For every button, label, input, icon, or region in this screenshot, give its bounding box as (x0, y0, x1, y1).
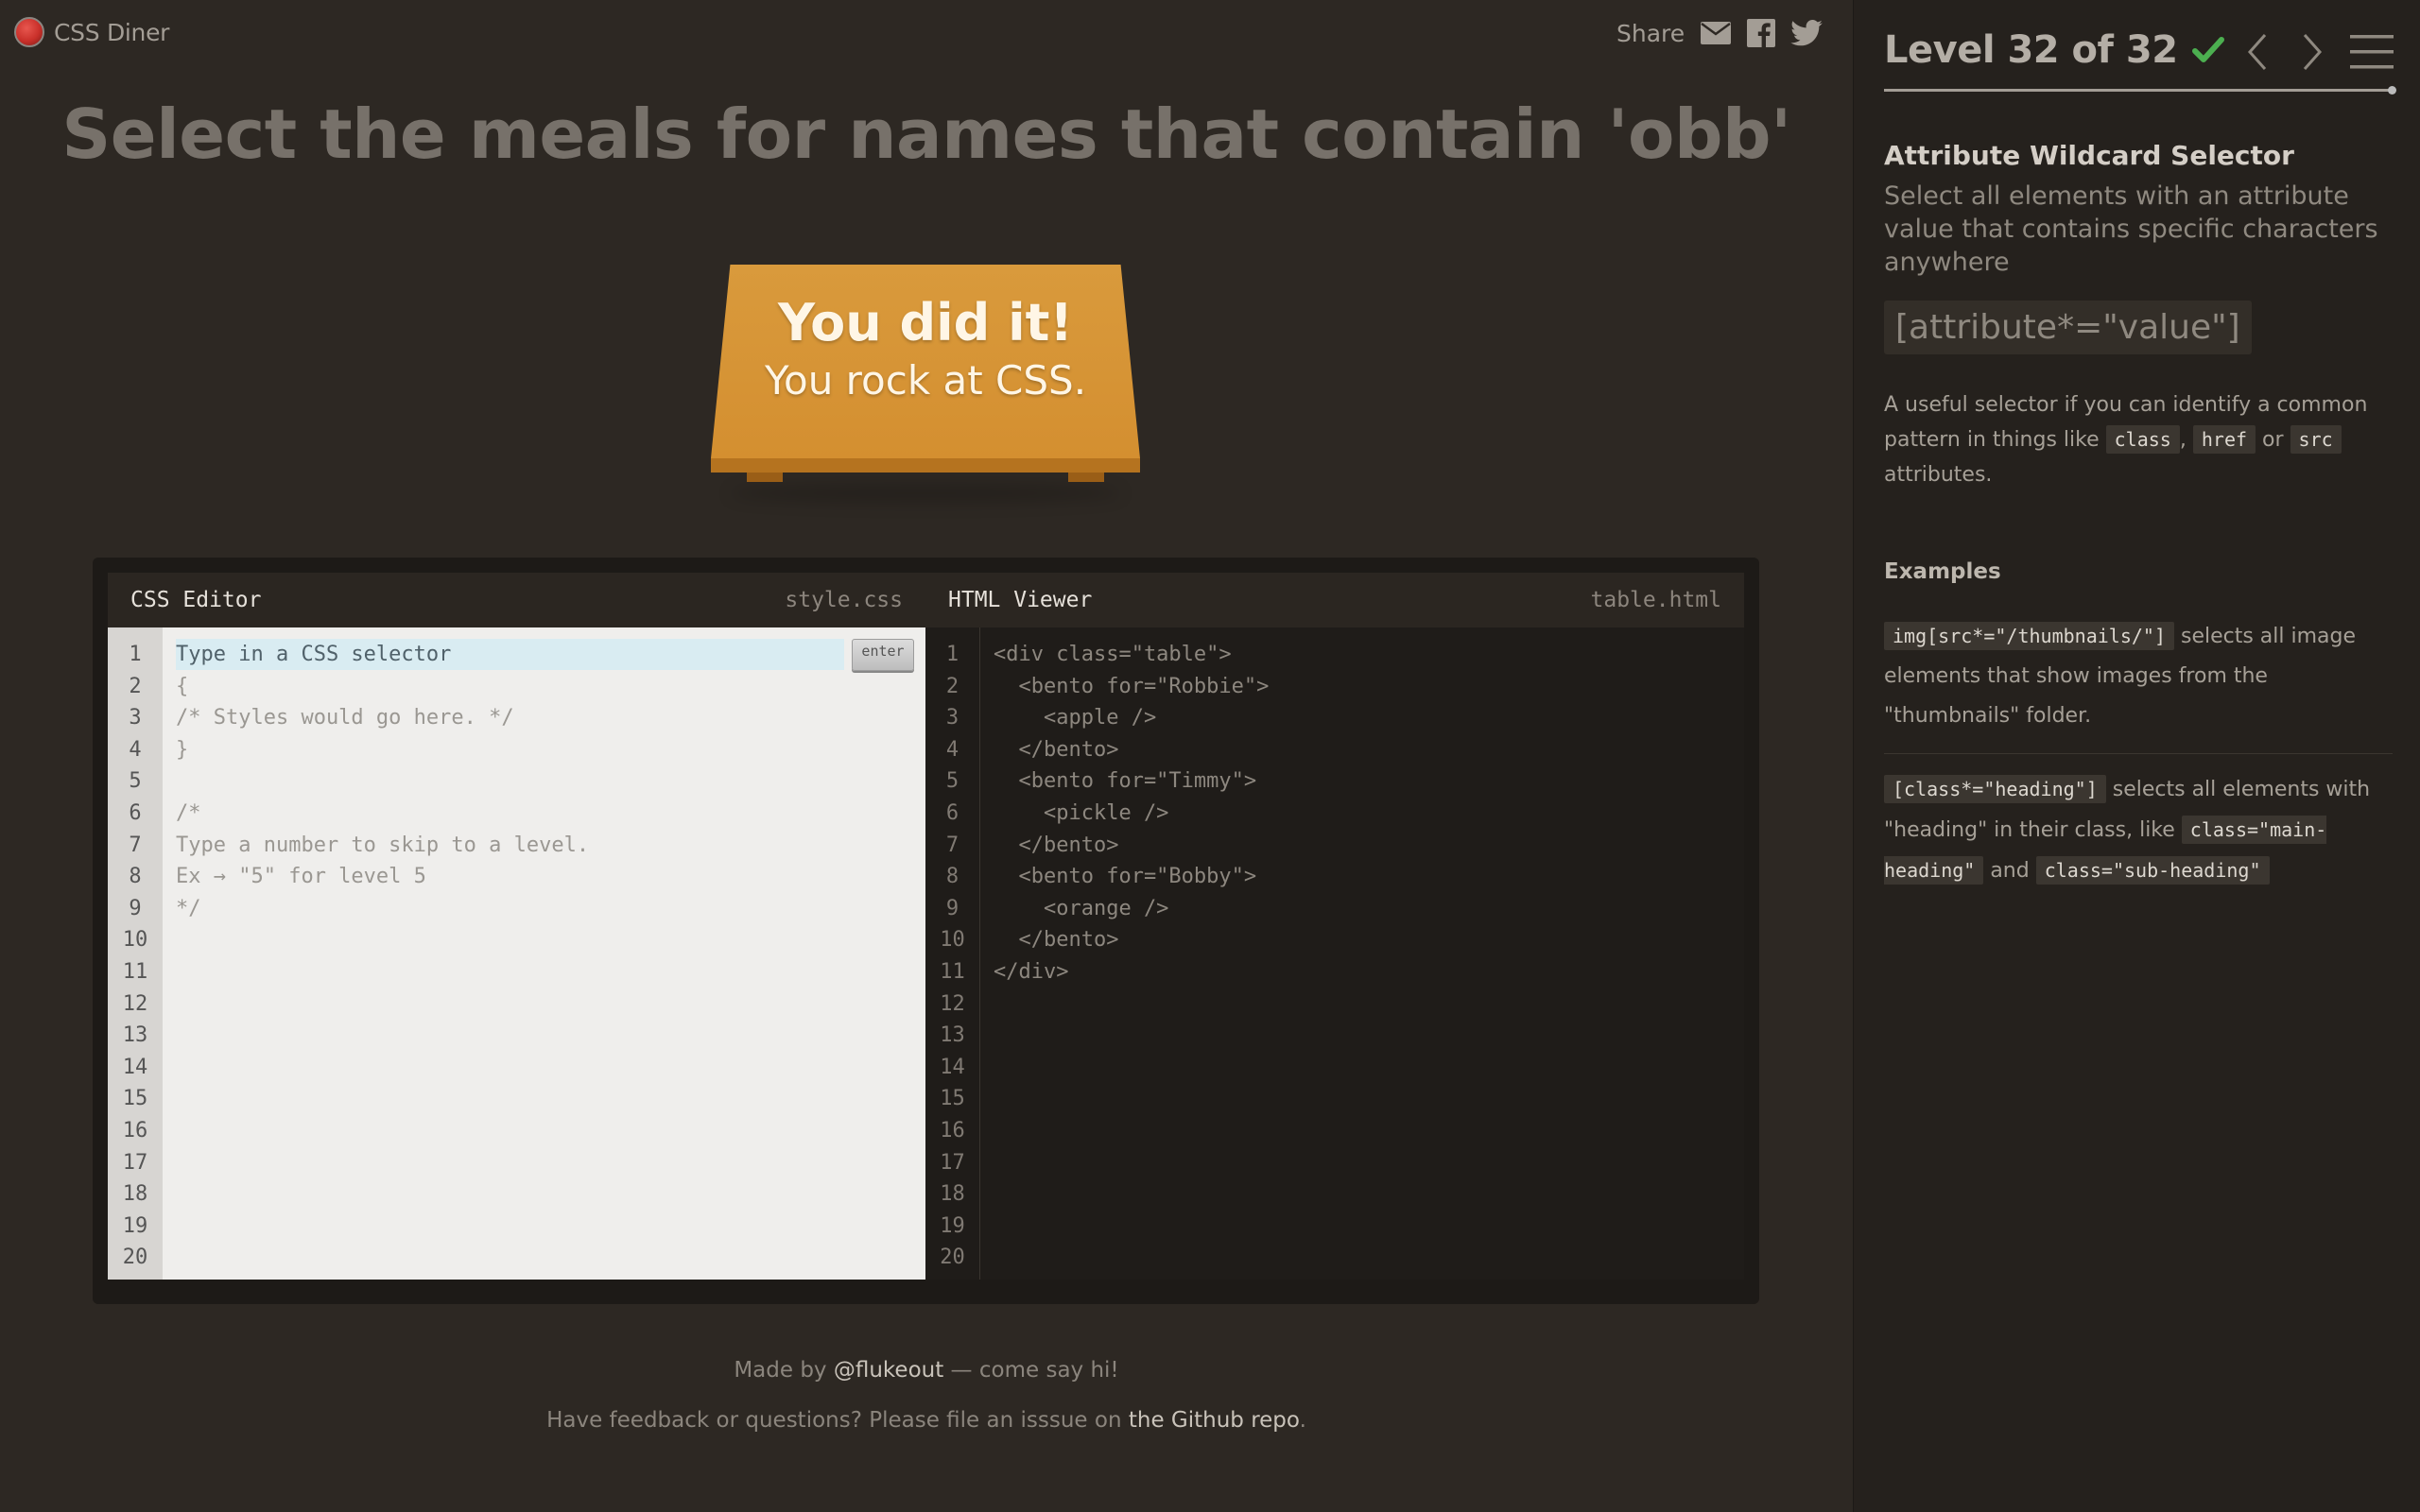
code-line: */ (176, 896, 201, 920)
table-shadow (730, 484, 1121, 503)
html-viewer-filename: table.html (1590, 588, 1721, 612)
css-editor-header: CSS Editor style.css (108, 573, 925, 627)
html-viewer-title: HTML Viewer (948, 588, 1093, 612)
footer-credit: Made by @flukeout — come say hi! (734, 1358, 1119, 1383)
css-line-numbers: 1 2 3 4 5 6 7 8 9 10 11 12 13 14 15 16 17 18 19 20 (108, 627, 163, 1280)
code-line: } (176, 737, 189, 762)
level-header: Level 32 of 32 (1884, 28, 2227, 72)
editor-window: CSS Editor style.css 1 2 3 4 5 6 7 8 9 10 11 12 13 14… (93, 558, 1759, 1304)
markup-line[interactable]: <bento for="Timmy"> (994, 765, 1744, 798)
code-line: Ex → "5" for level 5 (176, 865, 426, 889)
examples-heading: Examples (1884, 559, 2001, 584)
chevron-right-icon (2303, 34, 2323, 70)
html-code-area: 1 2 3 4 5 6 7 8 9 10 11 12 13 14 15 16 17 18 19 20 <div cla… (925, 627, 1744, 1280)
code-snippet: class (2105, 425, 2180, 454)
level-menu-button[interactable] (2345, 28, 2398, 76)
examples-divider (1884, 753, 2393, 754)
selector-syntax: [attribute*="value"] (1884, 301, 2252, 354)
selector-description: Select all elements with an attribute va… (1884, 181, 2378, 277)
table-leg-left (747, 472, 783, 482)
envelope-icon[interactable] (1700, 17, 1732, 49)
markup-line[interactable]: <div class="table"> (994, 639, 1744, 671)
previous-level-button[interactable] (2236, 28, 2279, 76)
code-snippet: [class*="heading"] (1884, 775, 2106, 803)
share-label: Share (1616, 19, 1685, 47)
code-snippet: href (2192, 425, 2256, 454)
share-bar: Share (1616, 17, 1823, 49)
table-leg-right (1068, 472, 1104, 482)
level-sidebar: Level 32 of 32 Attribute Wildcard Select… (1853, 0, 2420, 1512)
twitter-icon[interactable] (1790, 17, 1823, 49)
markup-line[interactable]: </bento> (994, 830, 1744, 862)
code-line: /* (176, 800, 201, 825)
code-snippet: src (2290, 425, 2342, 454)
html-viewer-pane: HTML Viewer table.html 1 2 3 4 5 6 7 8 9 10 11 12 13… (925, 573, 1744, 1280)
footer-feedback: Have feedback or questions? Please file … (546, 1408, 1306, 1433)
css-editor-filename: style.css (785, 588, 903, 612)
logo[interactable]: CSS Diner (14, 17, 169, 47)
github-repo-link[interactable]: the Github repo (1129, 1408, 1300, 1433)
enter-button[interactable]: enter (852, 638, 914, 671)
level-progress-fill (1884, 89, 2393, 92)
chevron-left-icon (2247, 34, 2267, 70)
code-line: Type a number to skip to a level. (176, 833, 590, 857)
code-line: { (176, 674, 189, 698)
level-instruction: Select the meals for names that contain … (61, 94, 1791, 174)
html-viewer-header: HTML Viewer table.html (925, 573, 1744, 627)
level-progress-bar (1884, 86, 2396, 94)
markup-line[interactable]: </bento> (994, 734, 1744, 766)
level-indicator: Level 32 of 32 (1884, 28, 2178, 72)
code-snippet: img[src*="/thumbnails/"] (1884, 622, 2174, 650)
markup-line[interactable]: <apple /> (994, 702, 1744, 734)
selector-hint: A useful selector if you can identify a … (1884, 393, 2368, 487)
html-line-numbers: 1 2 3 4 5 6 7 8 9 10 11 12 13 14 15 16 17 18 19 20 (925, 627, 980, 1280)
css-code: enter { /* Styles would go here. */ } /*… (163, 627, 925, 1280)
example-1: img[src*="/thumbnails/"] selects all ima… (1884, 616, 2394, 736)
css-selector-input[interactable] (176, 639, 844, 671)
code-snippet: class="sub-heading" (2035, 856, 2270, 885)
selector-name: Attribute Wildcard Selector (1884, 140, 2294, 171)
css-editor-title: CSS Editor (130, 588, 262, 612)
progress-marker (2388, 86, 2396, 94)
markup-line[interactable]: <bento for="Robbie"> (994, 671, 1744, 703)
checkmark-icon (2191, 37, 2224, 62)
table-edge (711, 458, 1140, 472)
next-level-button[interactable] (2290, 28, 2334, 76)
markup-line[interactable]: <orange /> (994, 893, 1744, 925)
success-subheading: You rock at CSS. (764, 357, 1087, 404)
author-link[interactable]: @flukeout (834, 1358, 943, 1383)
dining-table: You did it! You rock at CSS. (711, 265, 1140, 503)
logo-plate-icon (14, 17, 44, 47)
hamburger-menu-icon (2350, 35, 2394, 69)
markup-line[interactable]: <pickle /> (994, 798, 1744, 830)
facebook-icon[interactable] (1745, 17, 1777, 49)
markup-line[interactable]: </div> (994, 956, 1744, 988)
html-code: <div class="table"> <bento for="Robbie">… (980, 627, 1744, 1280)
success-heading: You did it! (777, 293, 1074, 352)
markup-line[interactable]: </bento> (994, 924, 1744, 956)
markup-line[interactable]: <bento for="Bobby"> (994, 861, 1744, 893)
example-2: [class*="heading"] selects all elements … (1884, 769, 2394, 891)
code-line: /* Styles would go here. */ (176, 706, 514, 730)
css-code-area: 1234567891011121314151617181920 enter { … (108, 627, 925, 1280)
css-editor-pane: CSS Editor style.css 1 2 3 4 5 6 7 8 9 10 11 12 13 14… (108, 573, 925, 1280)
logo-text: CSS Diner (54, 18, 170, 46)
